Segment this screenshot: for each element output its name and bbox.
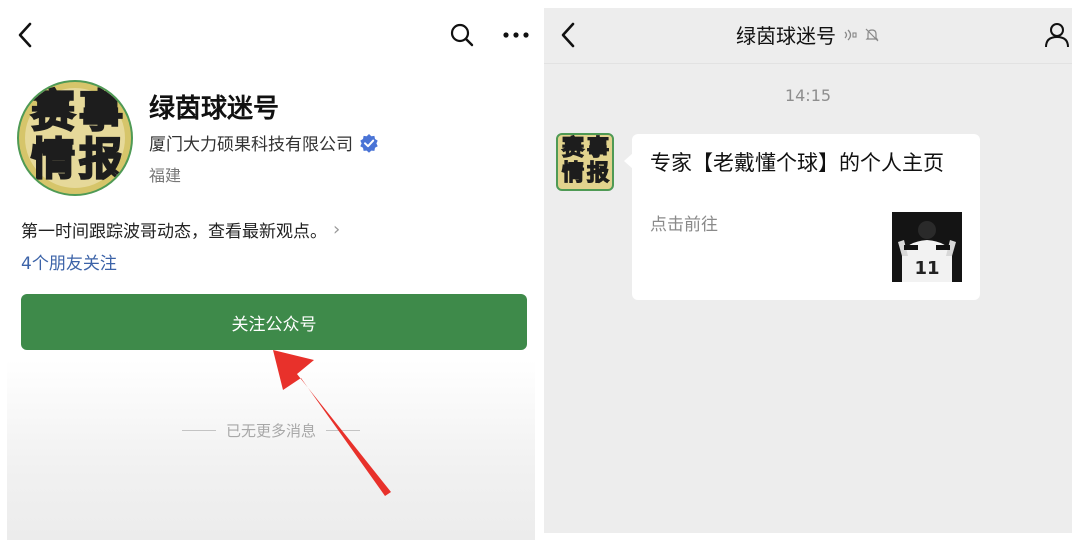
red-arrow-annotation: [273, 350, 391, 496]
card-thumbnail: 11: [892, 212, 962, 282]
chat-title: 绿茵球迷号: [736, 24, 836, 48]
chat-panel: 绿茵球迷号 14:15 赛 事 情 报 专家【老戴懂个球】的个人主页 点击前往 …: [544, 8, 1072, 533]
card-title: 专家【老戴懂个球】的个人主页: [650, 151, 944, 175]
account-profile-panel: 赛 事 情 报 绿茵球迷号 厦门大力硕果科技有限公司 福建 第一时间跟踪波哥动态…: [7, 0, 535, 540]
message-timestamp: 14:15: [784, 86, 832, 105]
logo-char: 情: [561, 161, 585, 186]
person-icon: [1045, 23, 1069, 48]
audio-icon: [844, 29, 857, 40]
chat-header: 绿茵球迷号: [544, 8, 1072, 64]
jersey-number: 11: [914, 258, 939, 279]
card-subtitle: 点击前往: [650, 215, 718, 235]
chat-title-row: 绿茵球迷号: [544, 20, 1072, 49]
player-image: 11: [892, 212, 962, 282]
logo-char: 事: [586, 136, 610, 161]
logo-char: 赛: [561, 136, 585, 161]
chat-info-button[interactable]: [1042, 20, 1072, 50]
logo-char: 报: [586, 161, 610, 186]
bell-muted-icon: [865, 28, 879, 41]
sender-avatar[interactable]: 赛 事 情 报: [556, 133, 614, 191]
link-card-message[interactable]: 专家【老戴懂个球】的个人主页 点击前往 11: [632, 134, 980, 300]
